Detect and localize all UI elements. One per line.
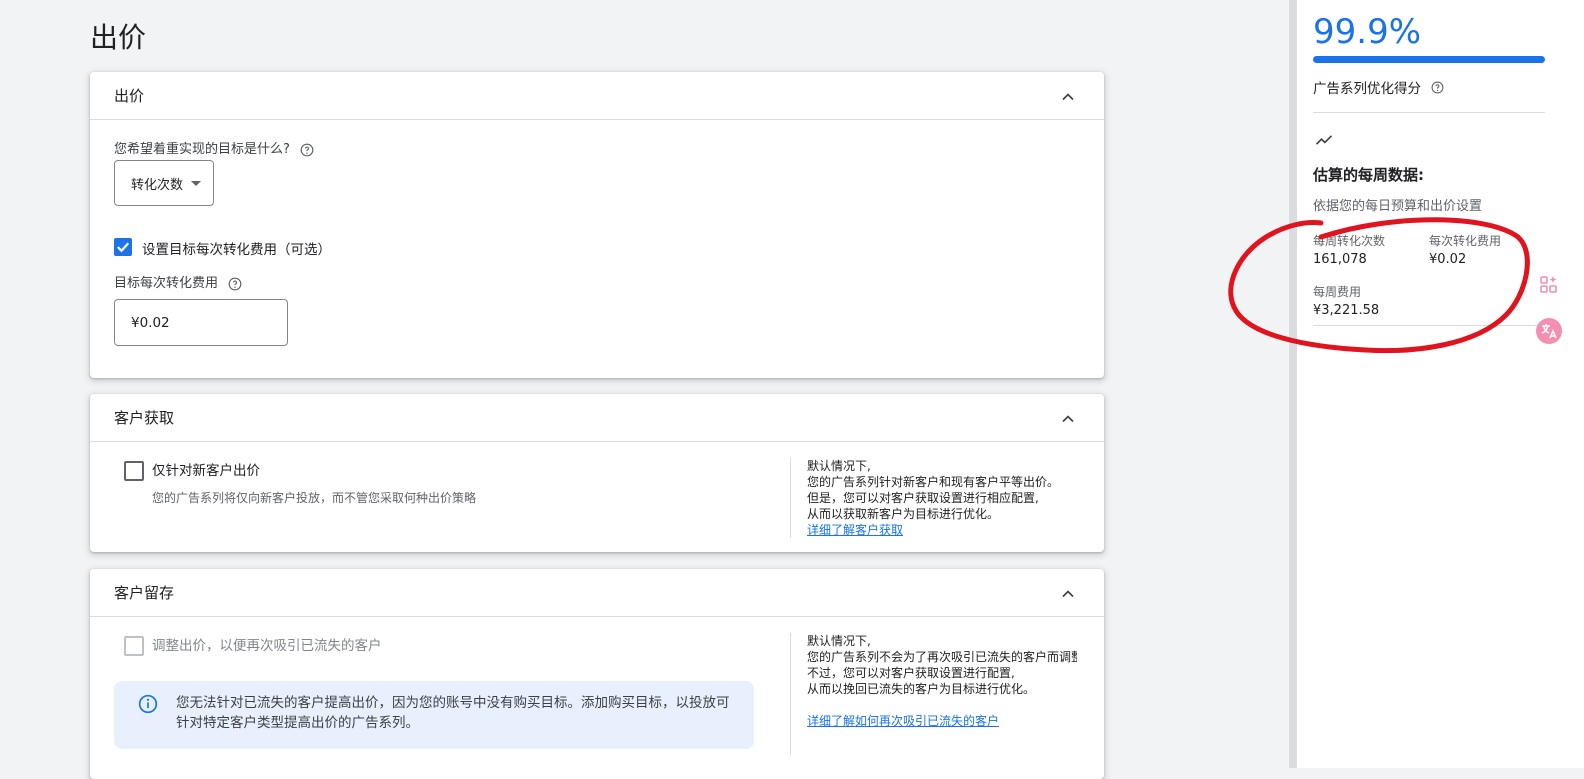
note-line: 您的广告系列不会为了再次吸引已流失的客户而调整 bbox=[807, 650, 1077, 664]
retention-note: 默认情况下, 您的广告系列不会为了再次吸引已流失的客户而调整 不过，您可以对客户… bbox=[790, 633, 1077, 755]
retention-card-title: 客户留存 bbox=[114, 584, 175, 602]
dropdown-arrow-icon bbox=[191, 180, 202, 186]
weekly-estimate-subtitle: 依据您的每日预算和出价设置 bbox=[1313, 199, 1483, 214]
new-customers-label: 仅针对新客户出价 bbox=[152, 463, 260, 479]
retention-info-banner: 您无法针对已流失的客户提高出价，因为您的账号中没有购买目标。添加购买目标，以投放… bbox=[114, 681, 754, 749]
new-customers-description: 您的广告系列将仅向新客户投放，而不管您采取何种出价策略 bbox=[152, 491, 477, 505]
info-icon bbox=[138, 694, 158, 714]
bidding-card-title: 出价 bbox=[114, 87, 145, 105]
help-icon[interactable] bbox=[300, 143, 314, 157]
acquisition-card: 客户获取 仅针对新客户出价 您的广告系列将仅向新客户投放，而不管您采取何种出价策… bbox=[90, 394, 1104, 552]
retention-card-header[interactable]: 客户留存 bbox=[90, 569, 1104, 617]
weekly-conversions-value: 161,078 bbox=[1313, 252, 1367, 267]
note-line: 不过，您可以对客户获取设置进行配置, bbox=[807, 666, 1015, 680]
widgets-button[interactable] bbox=[1536, 272, 1562, 298]
goal-dropdown-value: 转化次数 bbox=[131, 177, 184, 193]
chevron-up-icon[interactable] bbox=[1058, 87, 1078, 107]
translate-button[interactable] bbox=[1536, 318, 1562, 344]
bidding-card-header[interactable]: 出价 bbox=[90, 72, 1104, 120]
weekly-conversions-label: 每周转化次数 bbox=[1313, 234, 1386, 248]
note-line: 默认情况下, bbox=[807, 634, 871, 648]
panel-divider[interactable] bbox=[1289, 0, 1297, 768]
learn-more-acquisition-link[interactable]: 详细了解客户获取 bbox=[807, 523, 903, 537]
weekly-estimate-title: 估算的每周数据: bbox=[1313, 166, 1424, 184]
goal-question: 您希望着重实现的目标是什么? bbox=[114, 138, 314, 157]
learn-more-reengage-link[interactable]: 详细了解如何再次吸引已流失的客户 bbox=[807, 714, 999, 728]
retention-card: 客户留存 调整出价，以便再次吸引已流失的客户 您无法针对已流失的客户提高出价，因… bbox=[90, 569, 1104, 779]
acquisition-card-header[interactable]: 客户获取 bbox=[90, 394, 1104, 442]
divider bbox=[1313, 112, 1545, 113]
translate-icon bbox=[1541, 324, 1557, 339]
page-title: 出价 bbox=[90, 21, 147, 54]
retention-info-text: 您无法针对已流失的客户提高出价，因为您的账号中没有购买目标。添加购买目标，以投放… bbox=[176, 695, 730, 731]
set-target-checkbox[interactable] bbox=[114, 238, 132, 256]
new-customers-checkbox[interactable] bbox=[124, 461, 144, 481]
trending-up-icon bbox=[1315, 135, 1333, 145]
help-icon[interactable] bbox=[228, 277, 242, 291]
optimization-score: 99.9% bbox=[1313, 12, 1422, 52]
reengage-label: 调整出价，以便再次吸引已流失的客户 bbox=[152, 638, 382, 654]
optimization-panel: 99.9% 广告系列优化得分 估算的每周数据: 依据您的每日预算和出价设置 每周… bbox=[1297, 0, 1584, 768]
acquisition-note: 默认情况下, 您的广告系列针对新客户和现有客户平等出价。 但是，您可以对客户获取… bbox=[790, 458, 1059, 538]
divider bbox=[1313, 325, 1545, 326]
cost-per-conversion-value: ¥0.02 bbox=[1429, 252, 1467, 267]
target-cpa-input[interactable]: ¥0.02 bbox=[114, 299, 288, 346]
set-target-label: 设置目标每次转化费用（可选） bbox=[142, 242, 331, 258]
chevron-up-icon[interactable] bbox=[1058, 409, 1078, 429]
reengage-checkbox bbox=[124, 636, 144, 656]
note-line: 您的广告系列针对新客户和现有客户平等出价。 bbox=[807, 475, 1060, 489]
grid-sparkle-icon bbox=[1540, 276, 1557, 293]
optimization-score-label: 广告系列优化得分 bbox=[1313, 77, 1444, 97]
goal-dropdown[interactable]: 转化次数 bbox=[114, 160, 214, 206]
target-cpa-value: ¥0.02 bbox=[131, 314, 170, 331]
note-line: 但是，您可以对客户获取设置进行相应配置, bbox=[807, 491, 1039, 505]
target-cpa-label-row: 目标每次转化费用 bbox=[114, 272, 242, 291]
check-icon bbox=[116, 242, 130, 253]
weekly-cost-value: ¥3,221.58 bbox=[1313, 303, 1380, 318]
acquisition-card-title: 客户获取 bbox=[114, 409, 175, 427]
bidding-card: 出价 您希望着重实现的目标是什么? 转化次数 设置目标每次转化费用（可选） 目标… bbox=[90, 72, 1104, 378]
note-line: 从而以挽回已流失的客户为目标进行优化。 bbox=[807, 682, 1036, 696]
optimization-score-bar bbox=[1313, 56, 1545, 63]
weekly-cost-label: 每周费用 bbox=[1313, 285, 1362, 299]
help-icon[interactable] bbox=[1431, 81, 1444, 94]
note-line: 默认情况下, bbox=[807, 459, 871, 473]
cost-per-conversion-label: 每次转化费用 bbox=[1429, 234, 1502, 248]
chevron-up-icon[interactable] bbox=[1058, 584, 1078, 604]
note-line: 从而以获取新客户为目标进行优化。 bbox=[807, 507, 1000, 521]
